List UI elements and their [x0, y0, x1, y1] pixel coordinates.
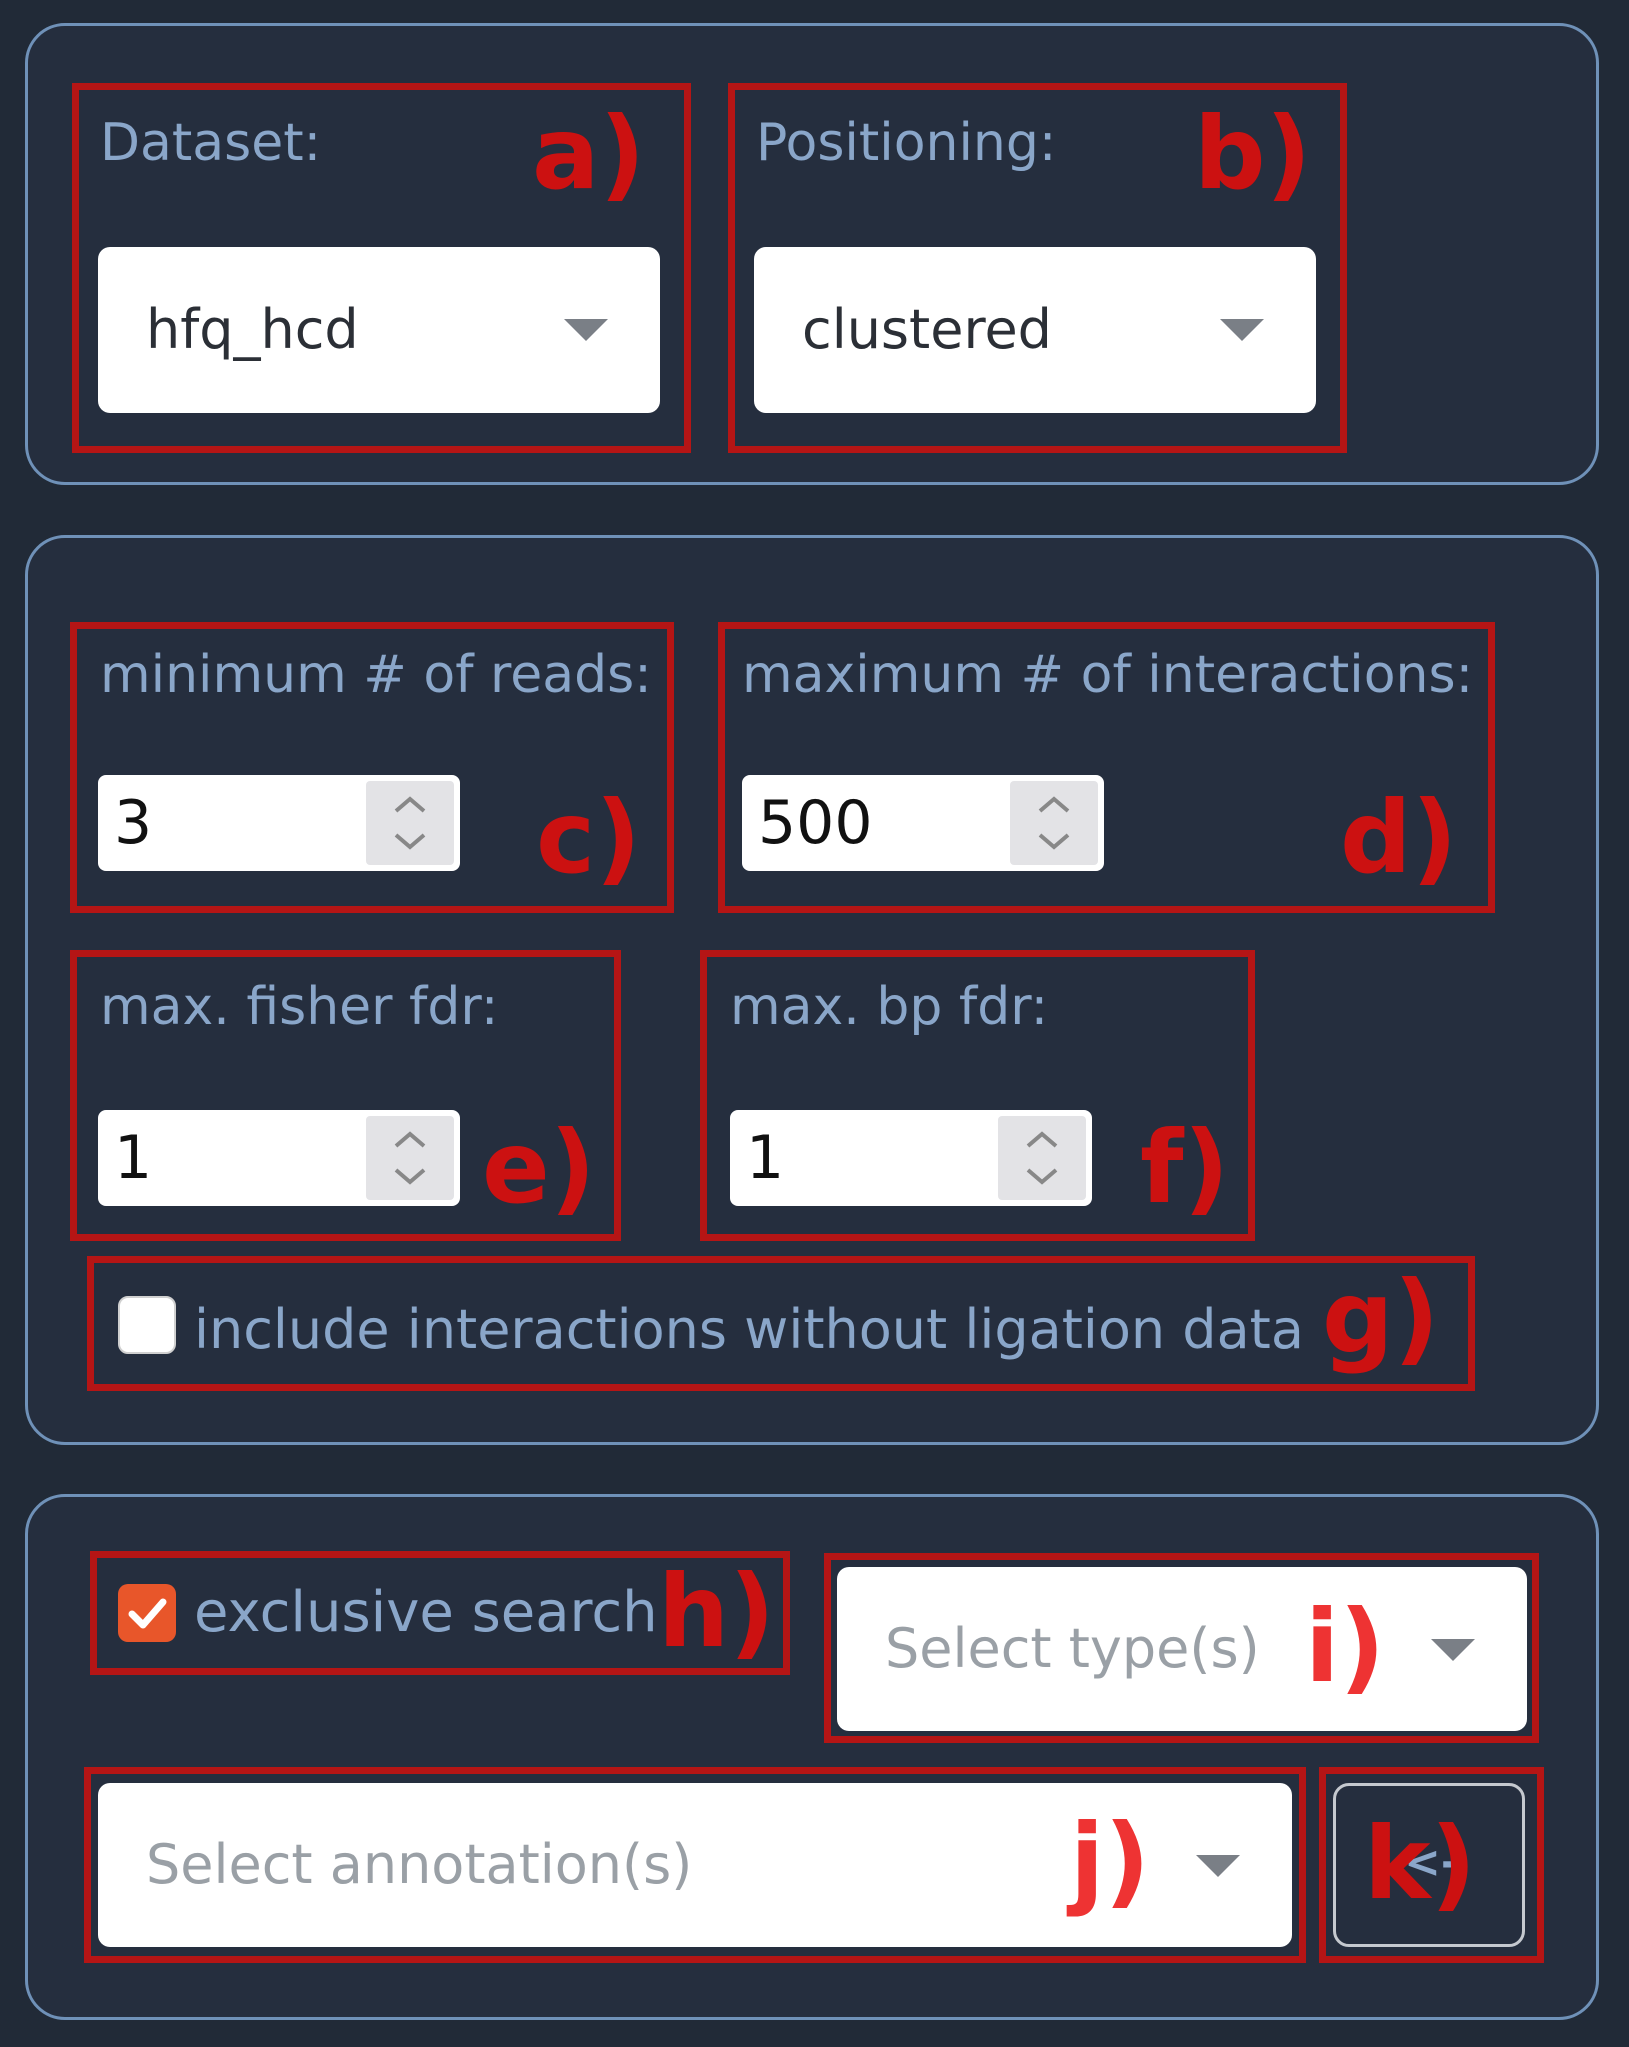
spinner-arrows-icon[interactable]: [998, 1116, 1086, 1200]
chevron-down-icon: [1196, 1855, 1240, 1877]
dataset-label: Dataset:: [100, 113, 322, 173]
max-interactions-input[interactable]: 500: [742, 775, 1104, 871]
annotation-select[interactable]: Select annotation(s) j): [98, 1783, 1292, 1947]
bp-fdr-label: max. bp fdr:: [730, 977, 1049, 1037]
marker-k: k): [1364, 1805, 1477, 1922]
fisher-fdr-label: max. fisher fdr:: [100, 977, 499, 1037]
exclusive-search-checkbox[interactable]: [118, 1584, 176, 1642]
marker-b: b): [1194, 95, 1312, 212]
no-ligation-checkbox[interactable]: [118, 1296, 176, 1354]
max-interactions-value: 500: [758, 788, 873, 858]
fisher-fdr-input[interactable]: 1: [98, 1110, 460, 1206]
min-reads-label: minimum # of reads:: [100, 645, 652, 705]
positioning-select[interactable]: clustered: [754, 247, 1316, 413]
marker-a: a): [532, 95, 646, 212]
marker-d: d): [1340, 779, 1458, 896]
marker-i: i): [1305, 1588, 1385, 1705]
bp-fdr-value: 1: [746, 1123, 785, 1193]
marker-h: h): [658, 1553, 775, 1670]
spinner-arrows-icon[interactable]: [366, 781, 454, 865]
spinner-arrows-icon[interactable]: [366, 1116, 454, 1200]
bp-fdr-input[interactable]: 1: [730, 1110, 1092, 1206]
annotation-select-placeholder: Select annotation(s): [146, 1833, 693, 1896]
type-select[interactable]: Select type(s) i): [837, 1567, 1527, 1731]
positioning-label: Positioning:: [756, 113, 1057, 173]
chevron-down-icon: [564, 319, 608, 341]
dataset-select-value: hfq_hcd: [146, 298, 359, 361]
back-button[interactable]: <- k): [1333, 1783, 1525, 1947]
fisher-fdr-value: 1: [114, 1123, 153, 1193]
positioning-select-value: clustered: [802, 298, 1052, 361]
marker-c: c): [536, 779, 641, 896]
spinner-arrows-icon[interactable]: [1010, 781, 1098, 865]
exclusive-search-label[interactable]: exclusive search: [194, 1583, 658, 1643]
no-ligation-label[interactable]: include interactions without ligation da…: [194, 1300, 1304, 1360]
min-reads-input[interactable]: 3: [98, 775, 460, 871]
chevron-down-icon: [1431, 1639, 1475, 1661]
checkmark-icon: [128, 1598, 167, 1629]
dataset-select[interactable]: hfq_hcd: [98, 247, 660, 413]
marker-g: g): [1322, 1259, 1440, 1376]
max-interactions-label: maximum # of interactions:: [742, 645, 1474, 705]
marker-j: j): [1070, 1802, 1150, 1919]
type-select-placeholder: Select type(s): [885, 1617, 1260, 1680]
marker-e: e): [482, 1109, 596, 1226]
min-reads-value: 3: [114, 788, 153, 858]
marker-f: f): [1140, 1109, 1230, 1226]
chevron-down-icon: [1220, 319, 1264, 341]
